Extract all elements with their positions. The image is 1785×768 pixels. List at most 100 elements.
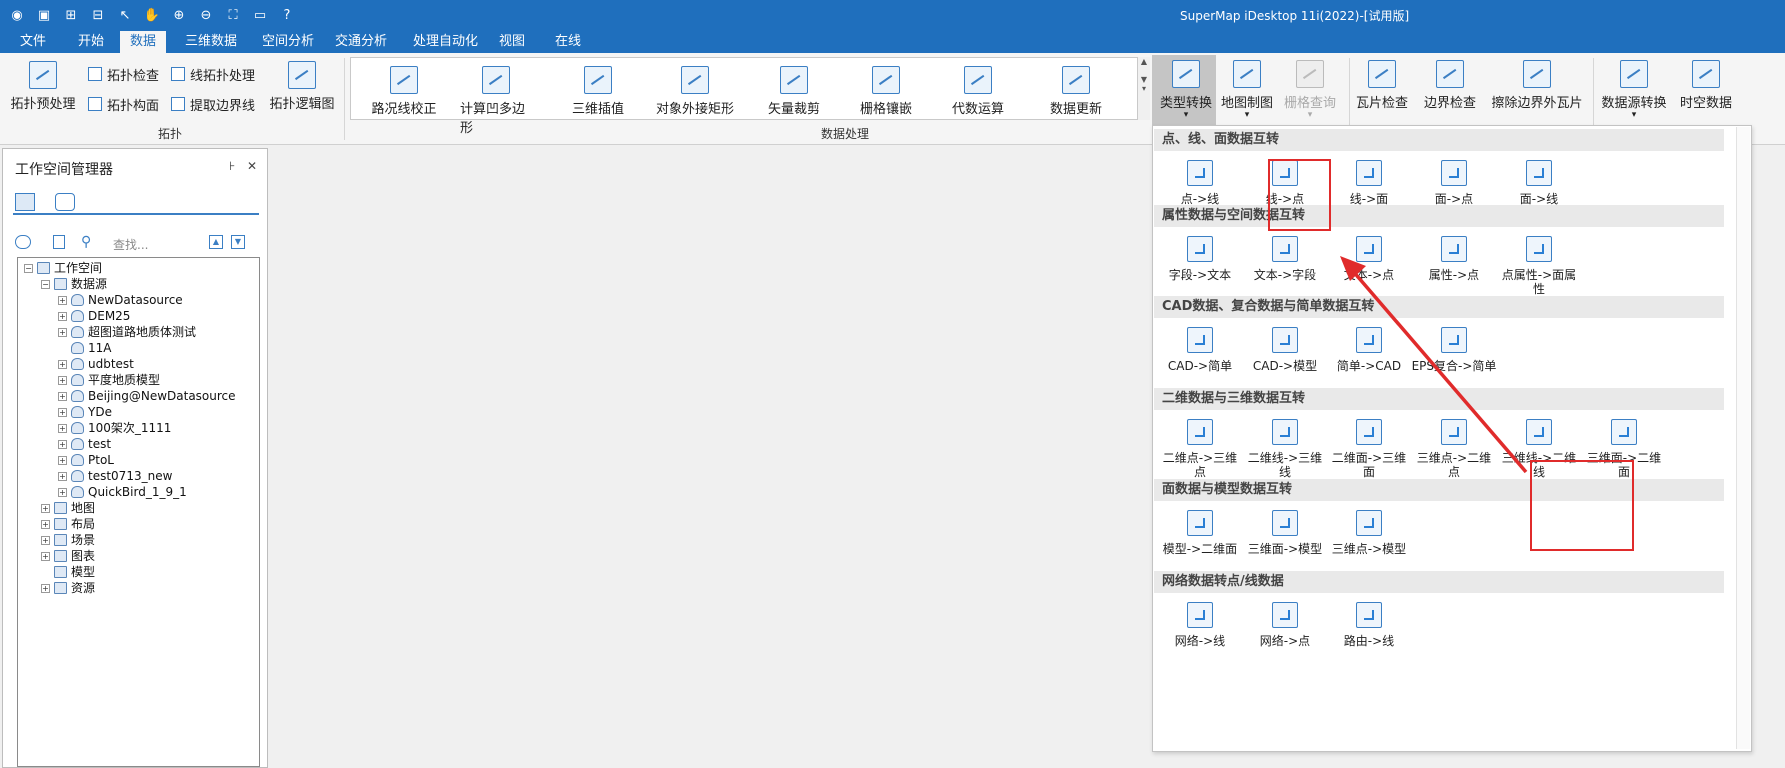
conversion-item[interactable]: CAD->模型 bbox=[1239, 327, 1331, 373]
menu-0[interactable]: 文件 bbox=[10, 31, 56, 53]
expand-toggle-icon[interactable]: + bbox=[58, 375, 67, 385]
ribbon-button-0[interactable]: 类型转换 ▾ bbox=[1154, 60, 1218, 120]
conversion-item[interactable]: 属性->点 bbox=[1408, 236, 1500, 282]
topology-logic-button[interactable]: 拓扑逻辑图 bbox=[268, 61, 336, 112]
ribbon-button-6[interactable]: 数据源转换 ▾ bbox=[1599, 60, 1669, 120]
ribbon-button-4[interactable]: 边界检查 bbox=[1420, 60, 1480, 111]
search-input[interactable]: 查找... bbox=[113, 236, 148, 253]
tree-node[interactable]: + QuickBird_1_9_1 bbox=[58, 484, 187, 500]
popup-scrollbar[interactable] bbox=[1736, 127, 1750, 749]
gallery-item-6[interactable]: 代数运算 bbox=[942, 66, 1014, 117]
tree-node[interactable]: + 图表 bbox=[41, 548, 95, 564]
zoom-out-icon[interactable]: ⊖ bbox=[197, 6, 215, 24]
expand-toggle-icon[interactable]: + bbox=[41, 583, 50, 593]
conversion-item[interactable]: 面->线 bbox=[1493, 160, 1585, 206]
tree-node[interactable]: + YDe bbox=[58, 404, 112, 420]
pan-icon[interactable]: ✋ bbox=[143, 6, 161, 24]
document-icon[interactable] bbox=[53, 235, 65, 249]
conversion-item[interactable]: 点属性->面属性 bbox=[1493, 236, 1585, 296]
expand-toggle-icon[interactable]: + bbox=[58, 407, 67, 417]
menu-3[interactable]: 三维数据 bbox=[175, 31, 247, 53]
menu-6[interactable]: 处理自动化 bbox=[403, 31, 488, 53]
conversion-item[interactable]: 二维面->三维面 bbox=[1323, 419, 1415, 479]
tree-node[interactable]: 11A bbox=[58, 340, 111, 356]
gallery-item-1[interactable]: 计算凹多边形 bbox=[460, 66, 532, 136]
tree-node[interactable]: + PtoL bbox=[58, 452, 114, 468]
tree-node[interactable]: − 工作空间 bbox=[24, 260, 102, 276]
tree-node[interactable]: + NewDatasource bbox=[58, 292, 183, 308]
tree-node[interactable]: + 场景 bbox=[41, 532, 95, 548]
conversion-item[interactable]: 文本->点 bbox=[1323, 236, 1415, 282]
extract-boundary-button[interactable]: 提取边界线 bbox=[171, 94, 255, 114]
gallery-scrollbar[interactable]: ▲ ▼ ▾ bbox=[1137, 57, 1150, 120]
conversion-item[interactable]: 面->点 bbox=[1408, 160, 1500, 206]
conversion-item[interactable]: 文本->字段 bbox=[1239, 236, 1331, 282]
tree-node[interactable]: + 资源 bbox=[41, 580, 95, 596]
conversion-item[interactable]: 网络->点 bbox=[1239, 602, 1331, 648]
pointer-icon[interactable]: ↖ bbox=[116, 6, 134, 24]
pin-icon[interactable]: ⊦ bbox=[229, 159, 235, 173]
move-down-icon[interactable]: ▼ bbox=[231, 235, 245, 249]
save-icon[interactable]: ▣ bbox=[35, 6, 53, 24]
expand-toggle-icon[interactable]: + bbox=[41, 503, 50, 513]
menu-1[interactable]: 开始 bbox=[68, 31, 114, 53]
expand-toggle-icon[interactable]: + bbox=[58, 471, 67, 481]
tree-node[interactable]: − 数据源 bbox=[41, 276, 107, 292]
expand-toggle-icon[interactable]: + bbox=[58, 423, 67, 433]
expand-toggle-icon[interactable]: + bbox=[58, 359, 67, 369]
menu-2[interactable]: 数据 bbox=[120, 31, 167, 53]
line-topology-button[interactable]: 线拓扑处理 bbox=[171, 64, 255, 84]
expand-toggle-icon[interactable]: − bbox=[24, 263, 33, 273]
open-icon[interactable]: ⊟ bbox=[89, 6, 107, 24]
layers-tab-icon[interactable] bbox=[55, 193, 75, 211]
expand-toggle-icon[interactable]: + bbox=[41, 519, 50, 529]
expand-toggle-icon[interactable]: + bbox=[58, 391, 67, 401]
expand-toggle-icon[interactable]: + bbox=[58, 327, 67, 337]
expand-toggle-icon[interactable]: + bbox=[41, 535, 50, 545]
folder-icon[interactable]: ▭ bbox=[251, 6, 269, 24]
close-icon[interactable]: ✕ bbox=[247, 159, 257, 173]
tree-node[interactable]: + 布局 bbox=[41, 516, 95, 532]
conversion-item[interactable]: 模型->二维面 bbox=[1154, 510, 1246, 556]
conversion-item[interactable]: 网络->线 bbox=[1154, 602, 1246, 648]
conversion-item[interactable]: EPS复合->简单 bbox=[1408, 327, 1500, 373]
gallery-item-5[interactable]: 栅格镶嵌 bbox=[850, 66, 922, 117]
tree-node[interactable]: + 平度地质模型 bbox=[58, 372, 160, 388]
menu-7[interactable]: 视图 bbox=[489, 31, 535, 53]
gallery-item-0[interactable]: 路况线校正 bbox=[368, 66, 440, 117]
move-up-icon[interactable]: ▲ bbox=[209, 235, 223, 249]
expand-toggle-icon[interactable]: + bbox=[58, 295, 67, 305]
tree-node[interactable]: 模型 bbox=[41, 564, 95, 580]
tree-node[interactable]: + DEM25 bbox=[58, 308, 130, 324]
zoom-in-icon[interactable]: ⊕ bbox=[170, 6, 188, 24]
conversion-item[interactable]: 路由->线 bbox=[1323, 602, 1415, 648]
conversion-item[interactable]: CAD->简单 bbox=[1154, 327, 1246, 373]
view-options-icon[interactable] bbox=[15, 235, 31, 249]
gallery-item-2[interactable]: 三维插值 bbox=[562, 66, 634, 117]
conversion-item[interactable]: 三维面->模型 bbox=[1239, 510, 1331, 556]
new-window-icon[interactable]: ⊞ bbox=[62, 6, 80, 24]
workspace-tab-icon[interactable] bbox=[15, 193, 35, 211]
tree-node[interactable]: + Beijing@NewDatasource bbox=[58, 388, 236, 404]
menu-8[interactable]: 在线 bbox=[545, 31, 591, 53]
ribbon-button-2[interactable]: 栅格查询 ▾ bbox=[1280, 60, 1340, 120]
ribbon-button-7[interactable]: 时空数据 bbox=[1676, 60, 1736, 111]
conversion-item[interactable]: 三维点->模型 bbox=[1323, 510, 1415, 556]
conversion-item[interactable]: 线->面 bbox=[1323, 160, 1415, 206]
expand-toggle-icon[interactable]: + bbox=[58, 455, 67, 465]
ribbon-button-1[interactable]: 地图制图 ▾ bbox=[1217, 60, 1277, 120]
conversion-item[interactable]: 字段->文本 bbox=[1154, 236, 1246, 282]
topology-check-button[interactable]: 拓扑检查 bbox=[88, 64, 159, 84]
help-icon[interactable]: ? bbox=[278, 6, 296, 24]
app-logo-icon[interactable]: ◉ bbox=[8, 6, 26, 24]
full-extent-icon[interactable]: ⛶ bbox=[224, 6, 242, 24]
search-icon[interactable]: ⚲ bbox=[81, 234, 91, 250]
conversion-item[interactable]: 点->线 bbox=[1154, 160, 1246, 206]
expand-toggle-icon[interactable]: + bbox=[58, 487, 67, 497]
conversion-item[interactable]: 二维点->三维点 bbox=[1154, 419, 1246, 479]
expand-toggle-icon[interactable]: + bbox=[41, 551, 50, 561]
conversion-item[interactable]: 二维线->三维线 bbox=[1239, 419, 1331, 479]
expand-toggle-icon[interactable]: + bbox=[58, 439, 67, 449]
conversion-item[interactable]: 简单->CAD bbox=[1323, 327, 1415, 373]
tree-node[interactable]: + test0713_new bbox=[58, 468, 172, 484]
